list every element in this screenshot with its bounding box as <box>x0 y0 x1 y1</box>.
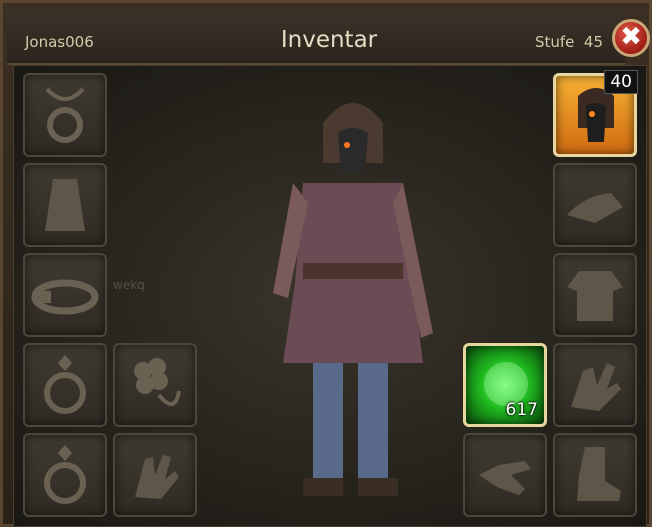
amulet-slot[interactable] <box>23 73 107 157</box>
watermark: wekq <box>113 278 145 292</box>
shirt-slot[interactable] <box>553 253 637 337</box>
level-value: 45 <box>583 33 603 51</box>
charm-slot[interactable] <box>113 343 197 427</box>
character-model <box>273 103 433 496</box>
belt-slot-icon <box>31 279 99 315</box>
cape-slot[interactable] <box>23 163 107 247</box>
shirt-slot-icon <box>567 271 623 321</box>
glove-slot-icon <box>135 455 179 499</box>
glove-slot-right[interactable] <box>463 433 547 517</box>
item-count: 617 <box>505 400 538 420</box>
glove-slot-left[interactable] <box>113 433 197 517</box>
helmet-slot[interactable]: 40 <box>553 70 638 157</box>
gauntlet-slot-icon <box>571 363 621 411</box>
inventory-window: Jonas006 Inventar Stufe 45 ✖ wekq 40 617 <box>0 0 652 527</box>
belt-slot[interactable] <box>23 253 107 337</box>
consumable-slot[interactable]: 617 <box>463 343 547 427</box>
amulet-slot-icon <box>45 87 85 143</box>
close-button[interactable]: ✖ <box>612 19 650 57</box>
shoulder-slot[interactable] <box>553 163 637 247</box>
gauntlet-slot[interactable] <box>553 343 637 427</box>
ring-slot-icon <box>44 445 86 504</box>
ring-slot-icon <box>44 355 86 414</box>
boot-slot[interactable] <box>553 433 637 517</box>
level-label: Stufe <box>534 33 575 51</box>
cape-slot-icon <box>45 179 85 231</box>
clover-charm-slot-icon <box>134 358 181 406</box>
item-level-badge: 40 <box>604 70 638 94</box>
ring-slot-1[interactable] <box>23 343 107 427</box>
shoulder-armor-slot-icon <box>567 193 623 223</box>
level-display: Stufe 45 <box>535 33 603 51</box>
boot-slot-icon <box>577 447 621 501</box>
glove-slot-icon <box>479 461 531 495</box>
ring-slot-2[interactable] <box>23 433 107 517</box>
